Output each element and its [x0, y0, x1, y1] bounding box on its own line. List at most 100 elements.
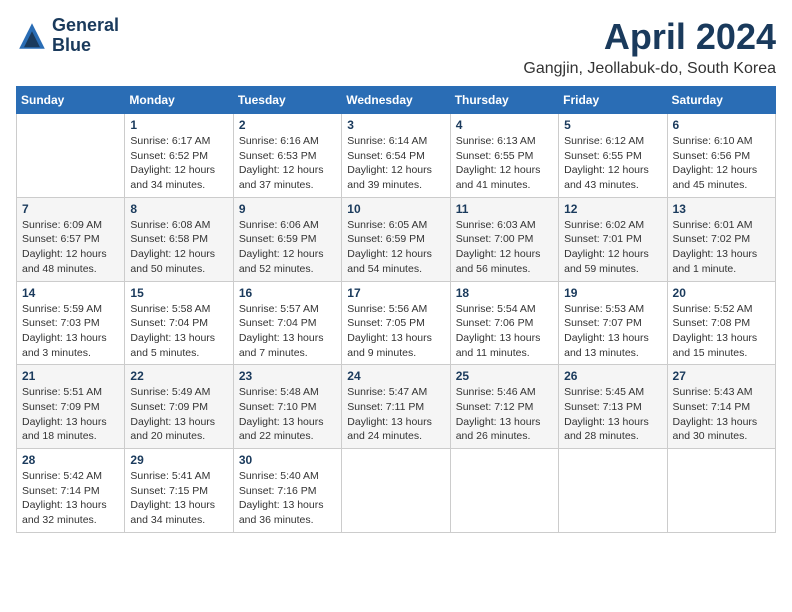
calendar-cell: 14Sunrise: 5:59 AM Sunset: 7:03 PM Dayli…: [17, 281, 125, 365]
day-number: 18: [456, 286, 553, 300]
month-title: April 2024: [523, 16, 776, 58]
day-number: 11: [456, 202, 553, 216]
day-info: Sunrise: 5:54 AM Sunset: 7:06 PM Dayligh…: [456, 302, 553, 361]
day-number: 4: [456, 118, 553, 132]
day-info: Sunrise: 5:42 AM Sunset: 7:14 PM Dayligh…: [22, 469, 119, 528]
day-number: 23: [239, 369, 336, 383]
calendar-cell: [17, 114, 125, 198]
calendar-cell: 19Sunrise: 5:53 AM Sunset: 7:07 PM Dayli…: [559, 281, 667, 365]
day-info: Sunrise: 5:40 AM Sunset: 7:16 PM Dayligh…: [239, 469, 336, 528]
calendar-cell: [450, 449, 558, 533]
calendar-cell: 8Sunrise: 6:08 AM Sunset: 6:58 PM Daylig…: [125, 197, 233, 281]
day-number: 24: [347, 369, 444, 383]
day-number: 25: [456, 369, 553, 383]
calendar-cell: 29 Sunrise: 5:41 AM Sunset: 7:15 PM Dayli…: [125, 449, 233, 533]
day-number: 16: [239, 286, 336, 300]
calendar-cell: 4Sunrise: 6:13 AM Sunset: 6:55 PM Daylig…: [450, 114, 558, 198]
calendar-cell: 26 Sunrise: 5:45 AM Sunset: 7:13 PM Dayli…: [559, 365, 667, 449]
day-info: Sunrise: 5:48 AM Sunset: 7:10 PM Dayligh…: [239, 385, 336, 444]
day-number: 13: [673, 202, 770, 216]
calendar-cell: 9 Sunrise: 6:06 AM Sunset: 6:59 PM Daylig…: [233, 197, 341, 281]
day-header-monday: Monday: [125, 87, 233, 114]
location: Gangjin, Jeollabuk-do, South Korea: [523, 60, 776, 78]
day-info: Sunrise: 6:16 AM Sunset: 6:53 PM Dayligh…: [239, 134, 336, 193]
day-number: 6: [673, 118, 770, 132]
day-info: Sunrise: 5:46 AM Sunset: 7:12 PM Dayligh…: [456, 385, 553, 444]
day-number: 20: [673, 286, 770, 300]
logo-text: General Blue: [52, 16, 119, 56]
day-info: Sunrise: 5:59 AM Sunset: 7:03 PM Dayligh…: [22, 302, 119, 361]
day-info: Sunrise: 6:09 AM Sunset: 6:57 PM Dayligh…: [22, 218, 119, 277]
day-info: Sunrise: 6:10 AM Sunset: 6:56 PM Dayligh…: [673, 134, 770, 193]
calendar-cell: 16 Sunrise: 5:57 AM Sunset: 7:04 PM Dayli…: [233, 281, 341, 365]
day-header-thursday: Thursday: [450, 87, 558, 114]
day-number: 3: [347, 118, 444, 132]
page-header: General Blue April 2024 Gangjin, Jeollab…: [16, 16, 776, 78]
day-number: 30: [239, 453, 336, 467]
day-info: Sunrise: 6:17 AM Sunset: 6:52 PM Dayligh…: [130, 134, 227, 193]
calendar-cell: 12Sunrise: 6:02 AM Sunset: 7:01 PM Dayli…: [559, 197, 667, 281]
day-info: Sunrise: 6:14 AM Sunset: 6:54 PM Dayligh…: [347, 134, 444, 193]
day-number: 27: [673, 369, 770, 383]
calendar-cell: 27 Sunrise: 5:43 AM Sunset: 7:14 PM Dayli…: [667, 365, 775, 449]
day-info: Sunrise: 6:08 AM Sunset: 6:58 PM Dayligh…: [130, 218, 227, 277]
calendar-cell: [667, 449, 775, 533]
day-number: 5: [564, 118, 661, 132]
calendar-cell: 17Sunrise: 5:56 AM Sunset: 7:05 PM Dayli…: [342, 281, 450, 365]
day-info: Sunrise: 5:41 AM Sunset: 7:15 PM Dayligh…: [130, 469, 227, 528]
calendar-week-5: 28 Sunrise: 5:42 AM Sunset: 7:14 PM Dayli…: [17, 449, 776, 533]
calendar-week-1: 1Sunrise: 6:17 AM Sunset: 6:52 PM Daylig…: [17, 114, 776, 198]
day-header-sunday: Sunday: [17, 87, 125, 114]
calendar-cell: 5 Sunrise: 6:12 AM Sunset: 6:55 PM Daylig…: [559, 114, 667, 198]
day-info: Sunrise: 5:52 AM Sunset: 7:08 PM Dayligh…: [673, 302, 770, 361]
day-info: Sunrise: 5:57 AM Sunset: 7:04 PM Dayligh…: [239, 302, 336, 361]
calendar-cell: 13Sunrise: 6:01 AM Sunset: 7:02 PM Dayli…: [667, 197, 775, 281]
day-info: Sunrise: 5:56 AM Sunset: 7:05 PM Dayligh…: [347, 302, 444, 361]
day-info: Sunrise: 5:45 AM Sunset: 7:13 PM Dayligh…: [564, 385, 661, 444]
day-number: 22: [130, 369, 227, 383]
calendar-cell: 15Sunrise: 5:58 AM Sunset: 7:04 PM Dayli…: [125, 281, 233, 365]
calendar-cell: 11 Sunrise: 6:03 AM Sunset: 7:00 PM Dayli…: [450, 197, 558, 281]
title-block: April 2024 Gangjin, Jeollabuk-do, South …: [523, 16, 776, 78]
day-number: 7: [22, 202, 119, 216]
day-info: Sunrise: 6:05 AM Sunset: 6:59 PM Dayligh…: [347, 218, 444, 277]
day-info: Sunrise: 6:06 AM Sunset: 6:59 PM Dayligh…: [239, 218, 336, 277]
day-info: Sunrise: 6:03 AM Sunset: 7:00 PM Dayligh…: [456, 218, 553, 277]
calendar-cell: 6 Sunrise: 6:10 AM Sunset: 6:56 PM Daylig…: [667, 114, 775, 198]
calendar-header: SundayMondayTuesdayWednesdayThursdayFrid…: [17, 87, 776, 114]
day-number: 26: [564, 369, 661, 383]
day-info: Sunrise: 5:47 AM Sunset: 7:11 PM Dayligh…: [347, 385, 444, 444]
day-info: Sunrise: 6:12 AM Sunset: 6:55 PM Dayligh…: [564, 134, 661, 193]
calendar-cell: 24 Sunrise: 5:47 AM Sunset: 7:11 PM Dayli…: [342, 365, 450, 449]
day-number: 12: [564, 202, 661, 216]
day-number: 9: [239, 202, 336, 216]
day-number: 19: [564, 286, 661, 300]
day-number: 2: [239, 118, 336, 132]
day-info: Sunrise: 5:49 AM Sunset: 7:09 PM Dayligh…: [130, 385, 227, 444]
calendar-week-3: 14Sunrise: 5:59 AM Sunset: 7:03 PM Dayli…: [17, 281, 776, 365]
calendar-cell: 10Sunrise: 6:05 AM Sunset: 6:59 PM Dayli…: [342, 197, 450, 281]
calendar-week-4: 21Sunrise: 5:51 AM Sunset: 7:09 PM Dayli…: [17, 365, 776, 449]
day-header-friday: Friday: [559, 87, 667, 114]
calendar-cell: 20 Sunrise: 5:52 AM Sunset: 7:08 PM Dayli…: [667, 281, 775, 365]
calendar-table: SundayMondayTuesdayWednesdayThursdayFrid…: [16, 86, 776, 533]
calendar-week-2: 7 Sunrise: 6:09 AM Sunset: 6:57 PM Daylig…: [17, 197, 776, 281]
calendar-cell: 30 Sunrise: 5:40 AM Sunset: 7:16 PM Dayli…: [233, 449, 341, 533]
day-number: 15: [130, 286, 227, 300]
calendar-cell: 3 Sunrise: 6:14 AM Sunset: 6:54 PM Daylig…: [342, 114, 450, 198]
day-info: Sunrise: 5:43 AM Sunset: 7:14 PM Dayligh…: [673, 385, 770, 444]
calendar-cell: 7 Sunrise: 6:09 AM Sunset: 6:57 PM Daylig…: [17, 197, 125, 281]
logo: General Blue: [16, 16, 119, 56]
calendar-cell: 28 Sunrise: 5:42 AM Sunset: 7:14 PM Dayli…: [17, 449, 125, 533]
day-number: 28: [22, 453, 119, 467]
calendar-cell: 21Sunrise: 5:51 AM Sunset: 7:09 PM Dayli…: [17, 365, 125, 449]
calendar-cell: 18 Sunrise: 5:54 AM Sunset: 7:06 PM Dayli…: [450, 281, 558, 365]
calendar-cell: [559, 449, 667, 533]
calendar-cell: 1Sunrise: 6:17 AM Sunset: 6:52 PM Daylig…: [125, 114, 233, 198]
calendar-cell: 25 Sunrise: 5:46 AM Sunset: 7:12 PM Dayli…: [450, 365, 558, 449]
calendar-cell: 22 Sunrise: 5:49 AM Sunset: 7:09 PM Dayli…: [125, 365, 233, 449]
day-number: 29: [130, 453, 227, 467]
day-header-wednesday: Wednesday: [342, 87, 450, 114]
day-header-saturday: Saturday: [667, 87, 775, 114]
day-info: Sunrise: 5:51 AM Sunset: 7:09 PM Dayligh…: [22, 385, 119, 444]
